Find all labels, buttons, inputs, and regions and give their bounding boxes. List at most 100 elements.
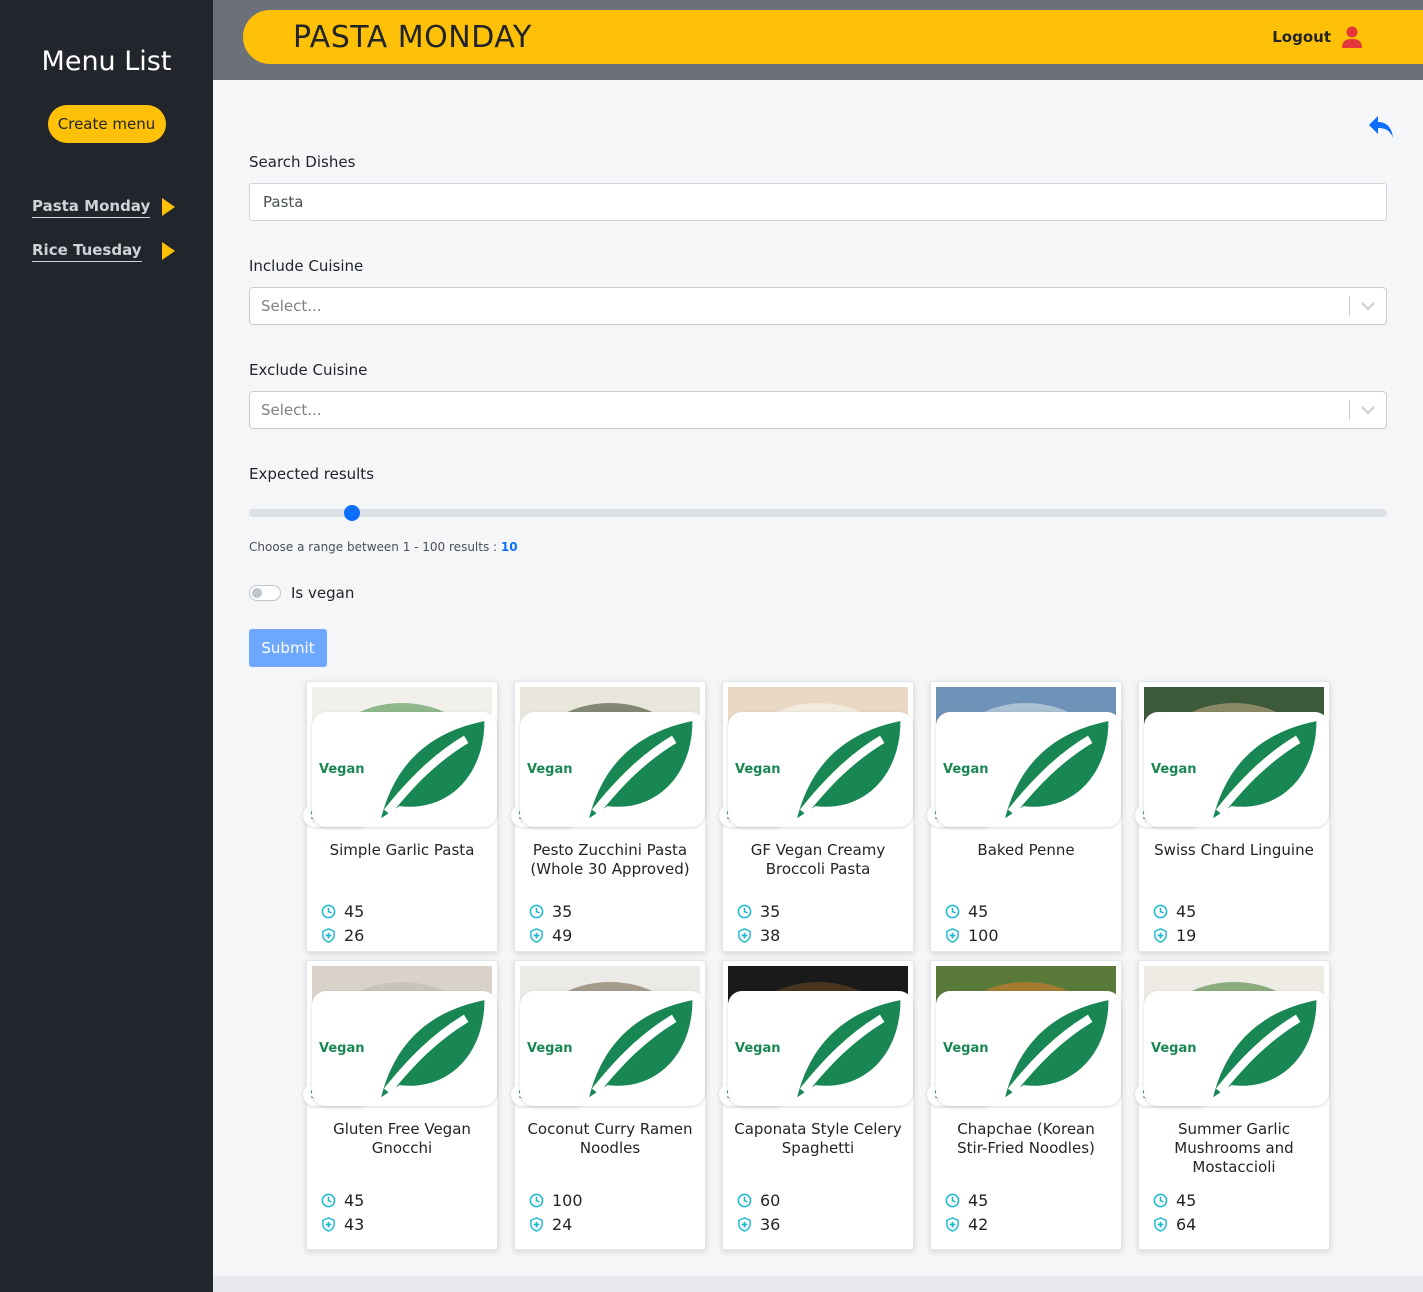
- vegan-badge-label: Vegan: [1151, 1040, 1197, 1056]
- vegan-toggle-label[interactable]: Is vegan: [291, 584, 354, 602]
- dish-name: GF Vegan Creamy Broccoli Pasta: [750, 841, 886, 878]
- health-score: 42: [931, 1212, 1121, 1236]
- health-shield-icon: [530, 927, 543, 943]
- dish-card[interactable]: $164.80Vegan Swiss Chard Linguine 45 19: [1135, 681, 1330, 952]
- ready-time-value: 45: [344, 901, 365, 921]
- leaf-icon: [1004, 720, 1108, 818]
- search-input[interactable]: [249, 183, 1387, 221]
- health-shield-icon: [946, 1216, 959, 1232]
- vegan-badge-label: Vegan: [527, 761, 573, 777]
- vegan-badge: Vegan: [728, 990, 913, 1106]
- health-shield-icon: [1154, 1216, 1167, 1232]
- health-score-value: 43: [344, 1214, 365, 1234]
- dish-card[interactable]: $432.52Vegan Caponata Style Celery Spaghe…: [719, 960, 914, 1250]
- slider-thumb[interactable]: [344, 505, 361, 521]
- range-text: Choose a range between 1 - 100 results :: [249, 540, 498, 554]
- include-cuisine-select[interactable]: Select...: [249, 287, 1387, 325]
- search-form: Search Dishes Include Cuisine Select... …: [249, 152, 1387, 667]
- dish-card[interactable]: $1938.84Vegan Coconut Curry Ramen Noodles…: [511, 960, 706, 1250]
- submit-button[interactable]: Submit: [249, 629, 327, 667]
- search-dishes-label: Search Dishes: [249, 153, 356, 171]
- vegan-badge-label: Vegan: [735, 761, 781, 777]
- vegan-toggle-row: Is vegan: [249, 584, 1387, 602]
- sidebar-item-label[interactable]: Rice Tuesday: [32, 241, 142, 262]
- sidebar-item-rice-tuesday[interactable]: Rice Tuesday: [0, 229, 213, 273]
- vegan-badge: Vegan: [312, 711, 497, 827]
- results-range-slider[interactable]: [249, 505, 1387, 521]
- toggle-knob: [252, 588, 262, 598]
- play-arrow-icon[interactable]: [162, 198, 175, 216]
- leaf-icon: [796, 999, 900, 1097]
- vegan-badge-label: Vegan: [1151, 761, 1197, 777]
- dish-name: Pesto Zucchini Pasta (Whole 30 Approved): [530, 841, 690, 878]
- health-score: 19: [1139, 923, 1329, 947]
- range-value: 10: [500, 540, 518, 554]
- vegan-badge: Vegan: [936, 711, 1121, 827]
- ready-time: 45: [1139, 899, 1329, 923]
- dish-card[interactable]: $867.52Vegan GF Vegan Creamy Broccoli Pas…: [719, 681, 914, 952]
- health-shield-icon: [322, 927, 335, 943]
- vegan-badge: Vegan: [520, 711, 705, 827]
- ready-time-value: 35: [552, 901, 573, 921]
- vegan-badge-label: Vegan: [943, 761, 989, 777]
- health-score: 43: [307, 1212, 497, 1236]
- ready-time: 35: [515, 899, 705, 923]
- user-icon[interactable]: [1341, 26, 1363, 48]
- health-score-value: 100: [968, 925, 999, 945]
- dish-card[interactable]: $580.40Vegan Baked Penne 45 100: [927, 681, 1122, 952]
- leaf-icon: [1212, 720, 1316, 818]
- vegan-toggle[interactable]: [249, 585, 281, 601]
- chevron-down-icon[interactable]: [1350, 405, 1386, 415]
- health-shield-icon: [530, 1216, 543, 1232]
- health-score: 49: [515, 923, 705, 947]
- dish-image: $834.28Vegan: [927, 966, 1121, 1106]
- dish-image: $867.52Vegan: [719, 687, 913, 827]
- health-score: 24: [515, 1212, 705, 1236]
- ready-time: 45: [1139, 1188, 1329, 1212]
- ready-time-value: 45: [968, 1190, 989, 1210]
- health-shield-icon: [738, 927, 751, 943]
- logout-button[interactable]: Logout: [1272, 26, 1363, 48]
- dish-name: Coconut Curry Ramen Noodles: [527, 1120, 693, 1157]
- sidebar-item-pasta-monday[interactable]: Pasta Monday: [0, 185, 213, 229]
- leaf-icon: [588, 720, 692, 818]
- create-menu-button[interactable]: Create menu: [47, 105, 166, 143]
- sidebar-item-label[interactable]: Pasta Monday: [32, 197, 151, 218]
- health-score: 100: [931, 923, 1121, 947]
- dish-card[interactable]: $123.00Vegan Gluten Free Vegan Gnocchi 45 4…: [303, 960, 498, 1250]
- ready-time: 45: [931, 1188, 1121, 1212]
- dish-name: Caponata Style Celery Spaghetti: [734, 1120, 902, 1157]
- select-placeholder: Select...: [261, 401, 322, 419]
- dish-name: Summer Garlic Mushrooms and Mostaccioli: [1174, 1120, 1294, 1176]
- exclude-cuisine-select[interactable]: Select...: [249, 391, 1387, 429]
- dish-image: $164.80Vegan: [1135, 687, 1329, 827]
- health-score-value: 38: [760, 925, 781, 945]
- ready-time-value: 45: [1176, 1190, 1197, 1210]
- ready-time-value: 45: [968, 901, 989, 921]
- health-score-value: 49: [552, 925, 573, 945]
- chevron-down-icon[interactable]: [1350, 301, 1386, 311]
- dish-card[interactable]: $834.28Vegan Chapchae (Korean Stir-Fried …: [927, 960, 1122, 1250]
- ready-time: 45: [931, 899, 1121, 923]
- health-shield-icon: [738, 1216, 751, 1232]
- dish-card[interactable]: $173.83Vegan Simple Garlic Pasta 45 26: [303, 681, 498, 952]
- clock-icon: [1153, 904, 1168, 918]
- exclude-cuisine-label: Exclude Cuisine: [249, 361, 368, 379]
- vegan-badge: Vegan: [936, 990, 1121, 1106]
- dish-image: $1938.84Vegan: [511, 966, 705, 1106]
- health-score: 38: [723, 923, 913, 947]
- reply-back-icon[interactable]: [1367, 114, 1395, 140]
- sidebar: Menu List Create menu Pasta Monday Rice …: [0, 0, 213, 1292]
- play-arrow-icon[interactable]: [162, 242, 175, 260]
- clock-icon: [945, 1193, 960, 1207]
- dish-image: $173.83Vegan: [303, 687, 497, 827]
- clock-icon: [529, 1193, 544, 1207]
- logout-label[interactable]: Logout: [1272, 28, 1331, 46]
- clock-icon: [321, 904, 336, 918]
- vegan-badge-label: Vegan: [527, 1040, 573, 1056]
- dish-card[interactable]: $951.32Vegan Pesto Zucchini Pasta (Whole …: [511, 681, 706, 952]
- dish-card[interactable]: $1148.04Vegan Summer Garlic Mushrooms and…: [1135, 960, 1330, 1250]
- health-score: 64: [1139, 1212, 1329, 1236]
- health-score-value: 42: [968, 1214, 989, 1234]
- health-score-value: 24: [552, 1214, 573, 1234]
